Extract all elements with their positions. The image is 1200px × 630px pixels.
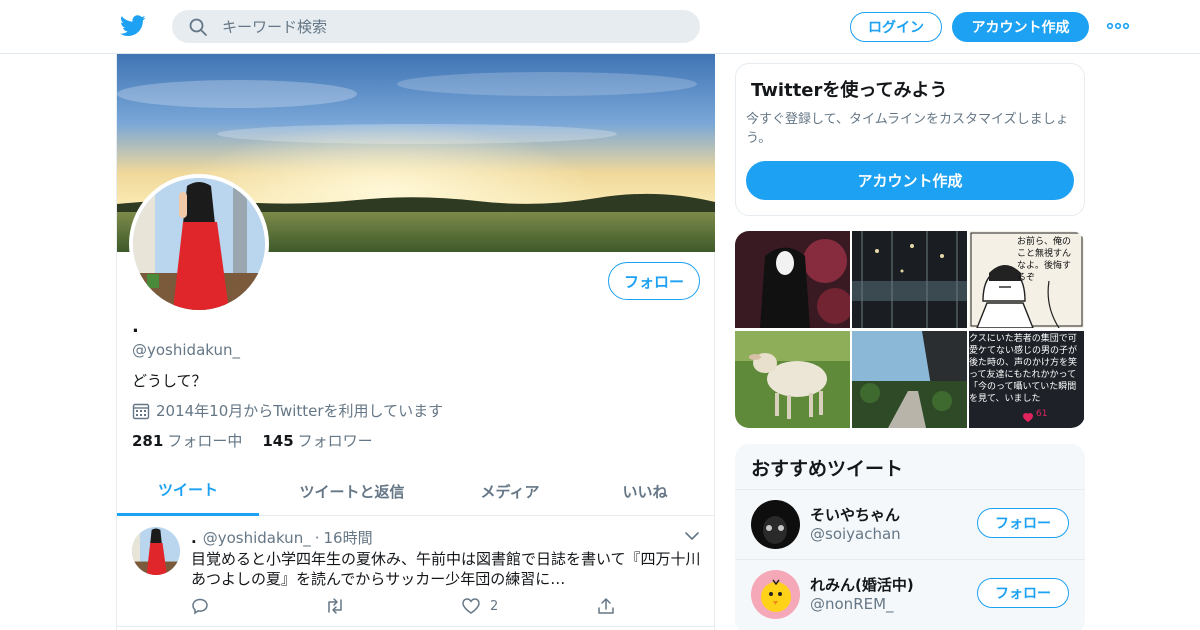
retweet-action[interactable]: [325, 597, 345, 615]
profile-bio: どうして？: [132, 372, 207, 390]
signup-button[interactable]: アカウント作成: [952, 12, 1089, 42]
profile-avatar[interactable]: [129, 174, 269, 314]
search-input[interactable]: [222, 10, 682, 43]
tweet-timestamp[interactable]: 16時間: [323, 527, 372, 548]
more-dots-icon[interactable]: [1106, 18, 1130, 34]
recommended-user-handle: @nonREM_: [810, 595, 894, 613]
calendar-icon: [132, 403, 150, 419]
tweet-header: . @yoshidakun_ · 16時間: [191, 527, 373, 548]
following-stat[interactable]: 281 フォロー中: [132, 430, 242, 451]
reply-icon: [192, 598, 208, 615]
profile-column: フォロー . @yoshidakun_ どうして？ 2014年10月からTwit…: [116, 54, 715, 630]
twitter-bird-icon[interactable]: [120, 14, 146, 38]
tab-media[interactable]: メディア: [445, 466, 575, 516]
follow-button[interactable]: フォロー: [608, 262, 700, 300]
heart-icon: [462, 598, 480, 614]
profile-name: .: [132, 316, 139, 337]
recommended-tweets-panel: おすすめツイート そいやちゃん @soiyachan フォロー れみん(婚活中)…: [735, 444, 1085, 630]
avatar[interactable]: [751, 500, 800, 549]
avatar-illustration: [133, 178, 265, 310]
followers-count: 145: [262, 432, 294, 450]
screenshot-caption-text: クスにいた若者の集団で可愛ケてない感じの男の子が後た時の、声のかけ方を笑って友達…: [969, 334, 1078, 404]
profile-joined-text: 2014年10月からTwitterを利用しています: [156, 402, 444, 420]
avatar-yellow-bird: [751, 570, 800, 619]
media-thumbnail[interactable]: [735, 231, 850, 328]
media-image-garden-walkway: [852, 331, 967, 428]
tweet-actions: 2: [191, 597, 631, 617]
search-icon: [189, 18, 207, 36]
signup-promo-title: Twitterを使ってみよう: [751, 80, 948, 101]
tweet-item[interactable]: . @yoshidakun_ · 16時間 目覚めると小学四年生の夏休み、午前中…: [117, 517, 715, 627]
share-icon: [598, 598, 614, 614]
manga-speech-text: お前ら、俺のこと無視すんなよ。後悔するぞ: [1017, 237, 1072, 283]
media-thumbnail[interactable]: お前ら、俺のこと無視すんなよ。後悔するぞ: [969, 231, 1084, 328]
following-count: 281: [132, 432, 164, 450]
profile-handle: @yoshidakun_: [132, 341, 240, 359]
media-image-masked-figure: [735, 231, 850, 328]
media-thumbnail[interactable]: [852, 231, 967, 328]
recommended-user-name[interactable]: そいやちゃん: [810, 504, 900, 525]
media-grid: お前ら、俺のこと無視すんなよ。後悔するぞ クスにいた若者の集団で可愛ケてない感じ…: [735, 231, 1085, 428]
avatar-dark-figure: [751, 500, 800, 549]
tab-likes[interactable]: いいね: [575, 466, 715, 516]
profile-stats: 281 フォロー中 145 フォロワー: [132, 430, 393, 451]
profile-joined-date: 2014年10月からTwitterを利用しています: [132, 400, 443, 421]
media-image-lamb: [735, 331, 850, 428]
recommended-title: おすすめツイート: [751, 458, 904, 480]
top-navigation-bar: ログイン アカウント作成: [0, 0, 1200, 54]
signup-promo-description: 今すぐ登録して、タイムラインをカスタマイズしましょう。: [746, 112, 1069, 146]
tab-tweets-and-replies[interactable]: ツイートと返信: [259, 466, 445, 516]
media-image-ceiling: [852, 231, 967, 328]
tweet-author-handle[interactable]: @yoshidakun_: [203, 529, 311, 547]
recommended-user[interactable]: そいやちゃん @soiyachan フォロー: [735, 489, 1085, 559]
follow-button[interactable]: フォロー: [977, 578, 1069, 608]
signup-promo-card: Twitterを使ってみよう 今すぐ登録して、タイムラインをカスタマイズしましょ…: [735, 63, 1085, 216]
tweet-separator: ·: [314, 529, 320, 547]
signup-promo-button[interactable]: アカウント作成: [746, 161, 1074, 200]
like-count: 2: [490, 598, 499, 614]
avatar[interactable]: [751, 570, 800, 619]
media-thumbnail[interactable]: [735, 331, 850, 428]
media-thumbnail[interactable]: クスにいた若者の集団で可愛ケてない感じの男の子が後た時の、声のかけ方を笑って友達…: [969, 331, 1084, 428]
like-action[interactable]: 2: [461, 597, 498, 615]
chevron-down-icon[interactable]: [683, 527, 701, 545]
tab-tweets[interactable]: ツイート: [117, 466, 259, 516]
follow-button[interactable]: フォロー: [977, 508, 1069, 538]
share-action[interactable]: [597, 597, 615, 615]
screenshot-heart-count: 61: [1036, 409, 1048, 419]
followers-label: フォロワー: [297, 432, 373, 450]
followers-stat[interactable]: 145 フォロワー: [262, 430, 372, 451]
tweet-author-name[interactable]: .: [191, 529, 197, 547]
tweet-text: 目覚めると小学四年生の夏休み、午前中は図書館で日誌を書いて『四万十川 あつよしの…: [191, 550, 701, 588]
recommended-user-name[interactable]: れみん(婚活中): [810, 574, 914, 595]
recommended-user-handle: @soiyachan: [810, 525, 901, 543]
search-box[interactable]: [172, 10, 700, 43]
login-button[interactable]: ログイン: [850, 12, 942, 42]
retweet-icon: [328, 598, 342, 614]
following-label: フォロー中: [167, 432, 243, 450]
reply-action[interactable]: [191, 597, 209, 615]
profile-tabs: ツイート ツイートと返信 メディア いいね: [117, 466, 715, 516]
recommended-user[interactable]: れみん(婚活中) @nonREM_ フォロー: [735, 559, 1085, 629]
tweet-avatar[interactable]: [132, 527, 180, 575]
media-thumbnail[interactable]: [852, 331, 967, 428]
tweet-avatar-illustration: [132, 527, 180, 575]
